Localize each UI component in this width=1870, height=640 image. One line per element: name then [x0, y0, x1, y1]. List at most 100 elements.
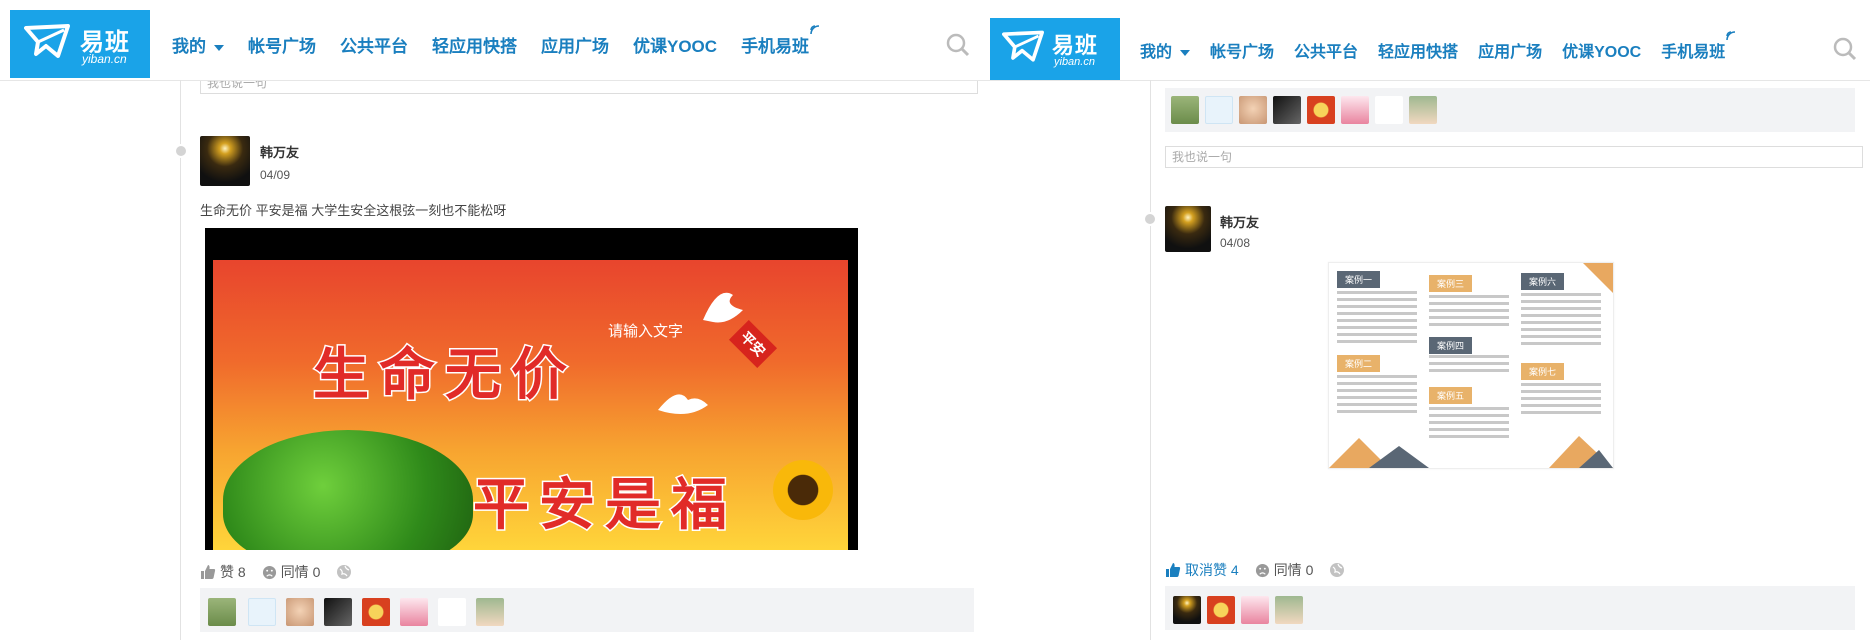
likers-list	[200, 588, 974, 632]
timeline-line	[1150, 80, 1151, 640]
liker-avatar[interactable]	[362, 598, 390, 626]
banner-line-2: 平安是福	[472, 472, 737, 540]
like-count: 4	[1230, 562, 1239, 578]
brochure-tag: 案例一	[1337, 271, 1381, 288]
post-image-case-brochure[interactable]: 案例一 案例二 案例三 案例四 案例五 案例六 案例七	[1328, 262, 1614, 469]
yiban-logo-icon	[24, 24, 70, 58]
post-date: 04/08	[1220, 236, 1251, 250]
liker-avatar[interactable]	[1241, 596, 1269, 624]
wifi-icon	[1726, 31, 1736, 41]
globe-icon[interactable]	[1329, 562, 1345, 578]
sunflower-shape	[773, 460, 833, 520]
banner-placeholder-text: 请输入文字	[608, 323, 684, 340]
caret-down-icon	[1180, 49, 1191, 56]
sympathy-button[interactable]: 同情 0	[262, 562, 321, 582]
brochure-triangles	[1329, 436, 1613, 468]
like-label: 赞	[220, 564, 234, 580]
nav-item-label: 我的	[172, 37, 206, 56]
nav-item-yooc[interactable]: 优课YOOC	[1562, 38, 1641, 62]
liker-avatar[interactable]	[1273, 96, 1301, 124]
left-screenshot-panel: 我也说一句 易班 yiban.cn 我的 帐号广场 公共平台 轻应用快搭 应用广…	[0, 0, 990, 640]
thumbs-up-icon	[201, 565, 216, 579]
liker-avatar[interactable]	[248, 598, 276, 626]
liker-avatar[interactable]	[324, 598, 352, 626]
brochure-tag: 案例四	[1429, 337, 1473, 354]
comment-input[interactable]: 我也说一句	[1165, 146, 1863, 168]
nav-item-public-platform[interactable]: 公共平台	[340, 32, 408, 57]
nav-menu: 我的 帐号广场 公共平台 轻应用快搭 应用广场 优课YOOC 手机易班	[172, 25, 833, 57]
yiban-logo[interactable]: 易班 yiban.cn	[990, 18, 1120, 80]
nav-item-mine[interactable]: 我的	[172, 32, 224, 57]
tree-shape	[223, 430, 473, 550]
globe-icon[interactable]	[336, 564, 352, 580]
wifi-icon	[810, 25, 820, 35]
nav-item-app-square[interactable]: 应用广场	[541, 32, 609, 57]
post-text: 生命无价 平安是福 大学生安全这根弦一刻也不能松呀	[200, 203, 507, 218]
liker-avatar[interactable]	[476, 598, 504, 626]
sympathy-button[interactable]: 同情 0	[1255, 560, 1313, 580]
nav-item-mobile[interactable]: 手机易班	[1661, 31, 1736, 62]
banner-line-1: 生命无价	[312, 342, 577, 410]
sympathy-count: 0	[312, 564, 321, 580]
nav-item-mine[interactable]: 我的	[1140, 38, 1191, 62]
liker-avatar[interactable]	[208, 598, 236, 626]
author-avatar[interactable]	[200, 136, 250, 186]
caret-down-icon	[214, 44, 224, 51]
liker-avatar[interactable]	[1171, 96, 1199, 124]
post-image-safety-banner[interactable]: 生命无价 平安是福 请输入文字 平安	[205, 228, 858, 550]
unlike-label: 取消赞	[1185, 562, 1227, 578]
likers-list	[1165, 586, 1855, 630]
search-icon[interactable]	[945, 32, 971, 58]
liker-avatar[interactable]	[1307, 96, 1335, 124]
liker-avatar[interactable]	[1275, 596, 1303, 624]
sad-face-icon	[1255, 563, 1269, 577]
brochure-text-col-2b	[1429, 355, 1509, 376]
brochure-text-col-2	[1429, 295, 1509, 330]
liker-avatar[interactable]	[1375, 96, 1403, 124]
nav-item-mobile[interactable]: 手机易班	[741, 25, 820, 57]
banner-background: 生命无价 平安是福 请输入文字 平安	[213, 260, 848, 550]
author-name[interactable]: 韩万友	[1220, 212, 1259, 231]
brochure-text-col-1b	[1337, 375, 1417, 417]
liker-avatar[interactable]	[1341, 96, 1369, 124]
like-button[interactable]: 赞 8	[200, 562, 246, 582]
post-date: 04/09	[260, 168, 291, 182]
right-screenshot-panel: 易班 yiban.cn 我的 帐号广场 公共平台 轻应用快搭 应用广场 优课YO…	[990, 0, 1870, 640]
liker-avatar[interactable]	[1409, 96, 1437, 124]
nav-menu: 我的 帐号广场 公共平台 轻应用快搭 应用广场 优课YOOC 手机易班	[1140, 31, 1745, 62]
brochure-tag: 案例二	[1337, 355, 1381, 372]
yiban-logo[interactable]: 易班 yiban.cn	[10, 10, 150, 78]
logo-domain: yiban.cn	[82, 52, 127, 66]
thumbs-up-icon	[1166, 563, 1181, 577]
brochure-text-col-3b	[1521, 383, 1601, 418]
nav-item-account-square[interactable]: 帐号广场	[1210, 38, 1274, 62]
timeline-dot	[1143, 212, 1157, 226]
nav-item-label: 手机易班	[1661, 44, 1726, 61]
nav-item-yooc[interactable]: 优课YOOC	[633, 32, 717, 57]
liker-avatar[interactable]	[1239, 96, 1267, 124]
liker-avatar[interactable]	[400, 598, 428, 626]
likers-list	[1165, 88, 1855, 132]
author-avatar[interactable]	[1165, 206, 1211, 252]
post-actions: 取消赞 4 同情 0	[1165, 560, 1349, 580]
brochure-corner	[1583, 263, 1613, 293]
nav-item-public-platform[interactable]: 公共平台	[1294, 38, 1358, 62]
liker-avatar[interactable]	[438, 598, 466, 626]
author-name[interactable]: 韩万友	[260, 142, 299, 161]
brochure-text-col-3	[1521, 293, 1601, 349]
liker-avatar[interactable]	[1205, 96, 1233, 124]
unlike-button[interactable]: 取消赞 4	[1165, 560, 1239, 580]
nav-item-light-app[interactable]: 轻应用快搭	[432, 32, 517, 57]
liker-avatar[interactable]	[286, 598, 314, 626]
dove-icon	[658, 394, 708, 414]
search-icon[interactable]	[1832, 36, 1858, 62]
nav-item-light-app[interactable]: 轻应用快搭	[1378, 38, 1458, 62]
sympathy-label: 同情	[280, 564, 309, 580]
sad-face-icon	[262, 565, 276, 579]
top-navbar: 易班 yiban.cn 我的 帐号广场 公共平台 轻应用快搭 应用广场 优课YO…	[990, 0, 1870, 81]
nav-item-app-square[interactable]: 应用广场	[1478, 38, 1542, 62]
liker-avatar[interactable]	[1207, 596, 1235, 624]
timeline-dot	[174, 144, 188, 158]
liker-avatar[interactable]	[1173, 596, 1201, 624]
nav-item-account-square[interactable]: 帐号广场	[248, 32, 316, 57]
